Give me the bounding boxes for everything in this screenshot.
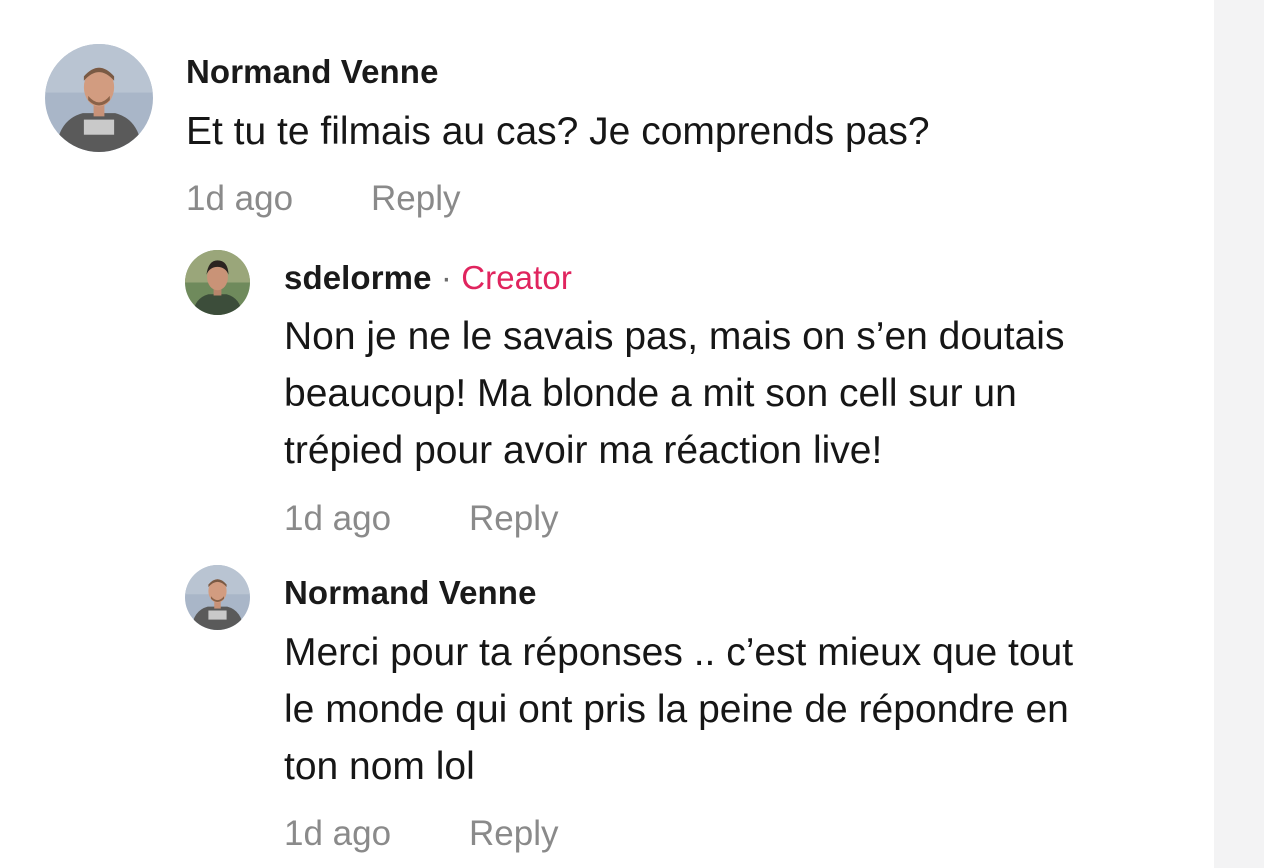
separator-dot: · [440, 259, 452, 296]
comment-text-line: Non je ne le savais pas, mais on s’en do… [284, 315, 1065, 358]
background-strip [1214, 0, 1264, 868]
comment-text: Merci pour ta réponses .. c’est mieux qu… [284, 624, 1073, 795]
avatar[interactable] [185, 250, 250, 315]
comment-author[interactable]: sdelorme [284, 259, 432, 296]
avatar[interactable] [45, 44, 153, 152]
reply-button[interactable]: Reply [371, 179, 460, 219]
reply-button[interactable]: Reply [469, 814, 558, 854]
comment-text-line: Merci pour ta réponses .. c’est mieux qu… [284, 631, 1074, 674]
comment-timestamp: 1d ago [186, 179, 294, 218]
comments-panel: Normand Venne Et tu te filmais au cas? J… [0, 0, 1214, 868]
comment-timestamp: 1d ago [284, 499, 392, 538]
comment-text-line: Et tu te filmais au cas? Je comprends pa… [186, 110, 930, 153]
comment-text-line: trépied pour avoir ma réaction live! [284, 429, 883, 472]
comment-author[interactable]: Normand Venne [186, 53, 439, 91]
comment-text-line: ton nom lol [284, 745, 475, 788]
comment-timestamp: 1d ago [284, 814, 392, 853]
comment-author-line: sdelorme · Creator [284, 259, 572, 297]
comment-text: Non je ne le savais pas, mais on s’en do… [284, 308, 1064, 479]
reply-button[interactable]: Reply [469, 499, 558, 539]
comment-author[interactable]: Normand Venne [284, 574, 537, 612]
comment-text: Et tu te filmais au cas? Je comprends pa… [186, 103, 930, 160]
comment-text-line: beaucoup! Ma blonde a mit son cell sur u… [284, 372, 1017, 415]
avatar[interactable] [185, 565, 250, 630]
creator-badge: Creator [461, 259, 572, 296]
comment-text-line: le monde qui ont pris la peine de répond… [284, 688, 1069, 731]
